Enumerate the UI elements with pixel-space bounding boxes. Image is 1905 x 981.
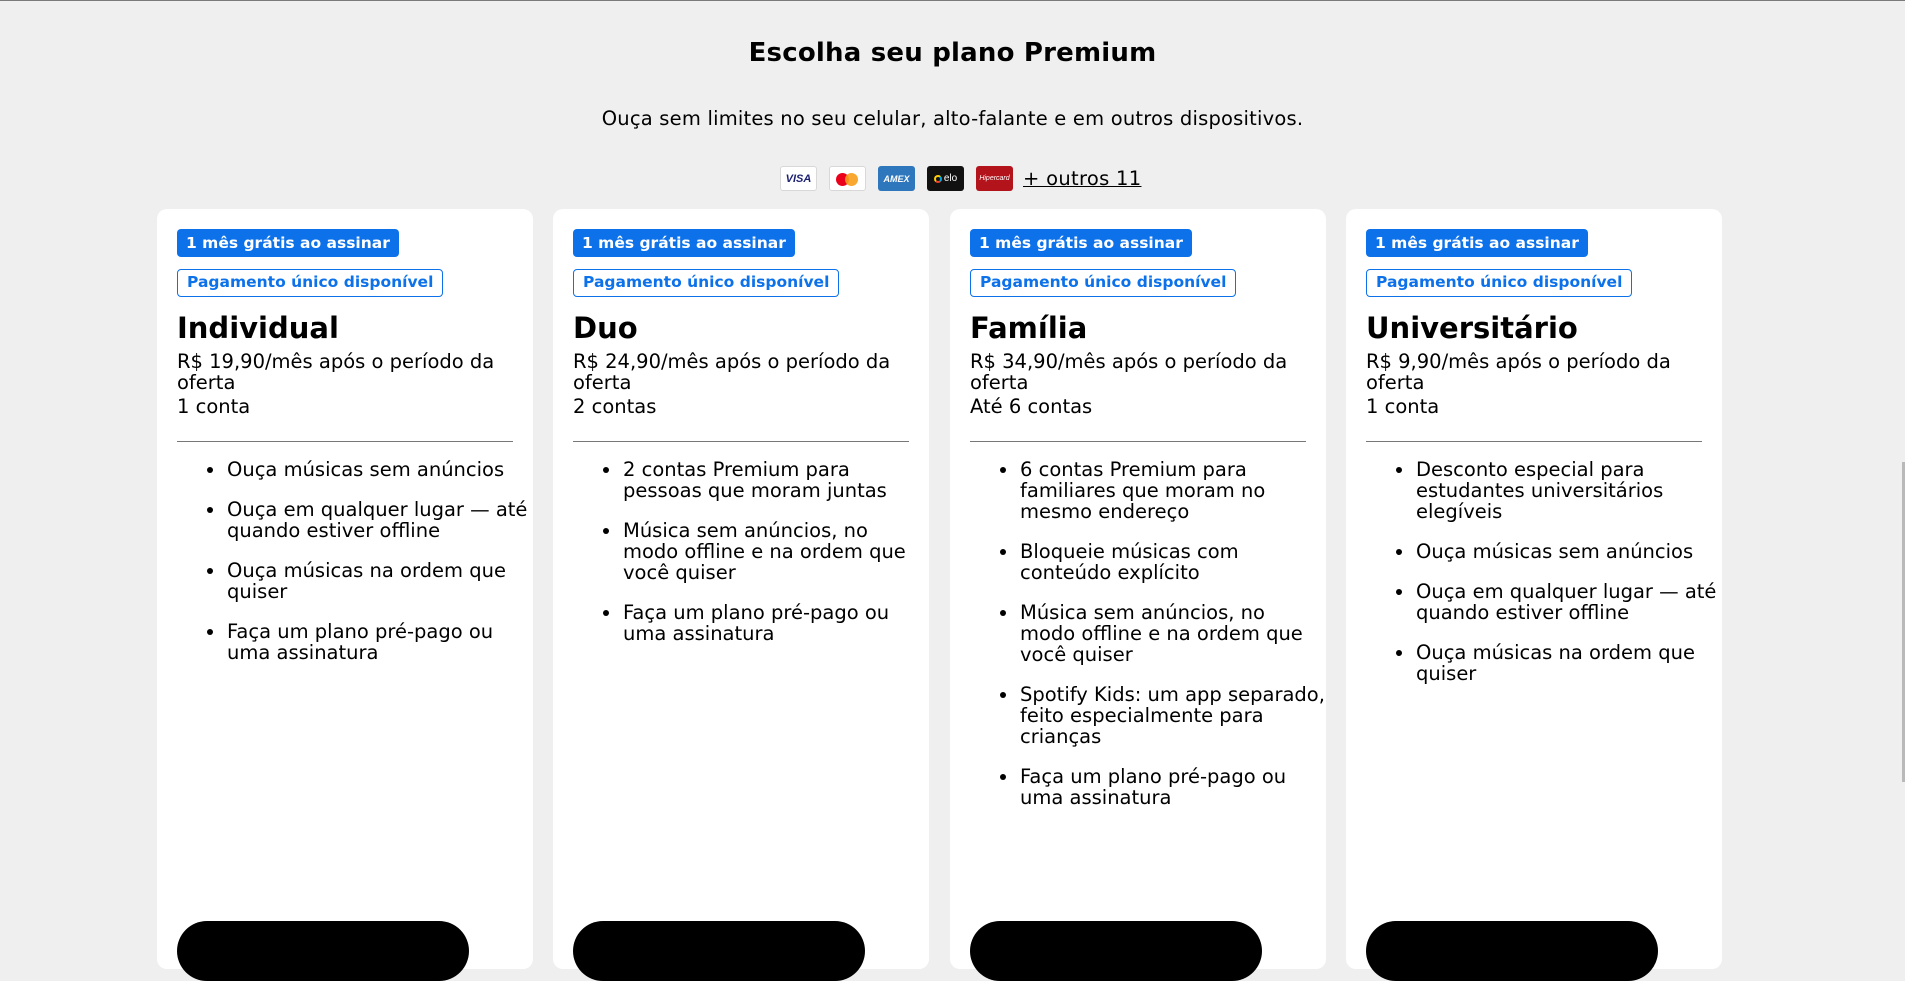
divider bbox=[1366, 441, 1702, 442]
one-time-payment-badge: Pagamento único disponível bbox=[970, 269, 1237, 297]
one-time-payment-badge: Pagamento único disponível bbox=[1366, 269, 1633, 297]
feature-list: 6 contas Premium para familiares que mor… bbox=[970, 459, 1326, 827]
plan-price: R$ 19,90/mês após o período da oferta bbox=[177, 350, 495, 394]
plan-name: Universitário bbox=[1366, 311, 1578, 345]
hipercard-icon: Hipercard bbox=[976, 166, 1013, 191]
plan-price: R$ 34,90/mês após o período da oferta bbox=[970, 350, 1288, 394]
payment-methods: VISA AMEX elo Hipercard + outros 11 bbox=[780, 165, 1141, 192]
feature-item: Ouça músicas sem anúncios bbox=[1396, 541, 1722, 562]
feature-item: Música sem anúncios, no modo offline e n… bbox=[603, 520, 929, 583]
top-border bbox=[0, 0, 1905, 1]
feature-item: Bloqueie músicas com conteúdo explícito bbox=[1000, 541, 1326, 583]
feature-item: Ouça músicas na ordem que quiser bbox=[1396, 642, 1722, 684]
plan-accounts: Até 6 contas bbox=[970, 395, 1093, 418]
plan-card-individual: 1 mês grátis ao assinar Pagamento único … bbox=[157, 209, 533, 981]
page-subtitle: Ouça sem limites no seu celular, alto-fa… bbox=[601, 107, 1304, 130]
plan-accounts: 1 conta bbox=[177, 395, 251, 418]
feature-list: Desconto especial para estudantes univer… bbox=[1366, 459, 1722, 703]
more-payment-methods-link[interactable]: + outros 11 bbox=[1023, 167, 1141, 190]
feature-item: Spotify Kids: um app separado, feito esp… bbox=[1000, 683, 1325, 748]
plan-price: R$ 9,90/mês após o período da oferta bbox=[1366, 350, 1671, 394]
plan-accounts: 2 contas bbox=[573, 395, 657, 418]
plan-name: Família bbox=[970, 311, 1088, 345]
mastercard-icon bbox=[829, 166, 866, 191]
plan-card-duo: 1 mês grátis ao assinar Pagamento único … bbox=[553, 209, 929, 981]
page-title: Escolha seu plano Premium bbox=[748, 38, 1157, 68]
feature-item: Ouça em qualquer lugar — até quando esti… bbox=[207, 499, 533, 541]
plan-name: Duo bbox=[573, 311, 638, 345]
feature-item: Ouça músicas na ordem que quiser bbox=[207, 560, 533, 602]
feature-item: Ouça músicas sem anúncios bbox=[207, 459, 533, 480]
feature-item: Desconto especial para estudantes univer… bbox=[1396, 459, 1722, 522]
feature-item: Música sem anúncios, no modo offline e n… bbox=[1000, 602, 1326, 665]
divider bbox=[573, 441, 909, 442]
one-time-payment-badge: Pagamento único disponível bbox=[573, 269, 840, 297]
plan-cta-button[interactable] bbox=[1366, 921, 1658, 981]
feature-item: Faça um plano pré-pago ou uma assinatura bbox=[1000, 766, 1326, 808]
free-month-badge: 1 mês grátis ao assinar bbox=[573, 229, 795, 257]
plan-accounts: 1 conta bbox=[1366, 395, 1440, 418]
feature-item: 6 contas Premium para familiares que mor… bbox=[1000, 459, 1326, 522]
visa-icon: VISA bbox=[780, 166, 817, 191]
free-month-badge: 1 mês grátis ao assinar bbox=[1366, 229, 1588, 257]
feature-item: 2 contas Premium para pessoas que moram … bbox=[603, 459, 929, 501]
plan-cta-button[interactable] bbox=[177, 921, 469, 981]
divider bbox=[970, 441, 1306, 442]
plan-name: Individual bbox=[177, 311, 339, 345]
plan-cta-button[interactable] bbox=[573, 921, 865, 981]
free-month-badge: 1 mês grátis ao assinar bbox=[177, 229, 399, 257]
feature-list: 2 contas Premium para pessoas que moram … bbox=[573, 459, 929, 663]
feature-item: Ouça em qualquer lugar — até quando esti… bbox=[1396, 581, 1722, 623]
plan-price: R$ 24,90/mês após o período da oferta bbox=[573, 350, 891, 394]
divider bbox=[177, 441, 513, 442]
elo-icon: elo bbox=[927, 166, 964, 191]
amex-icon: AMEX bbox=[878, 166, 915, 191]
feature-item: Faça um plano pré-pago ou uma assinatura bbox=[603, 602, 929, 644]
plan-card-universitario: 1 mês grátis ao assinar Pagamento único … bbox=[1346, 209, 1722, 981]
plan-card-familia: 1 mês grátis ao assinar Pagamento único … bbox=[950, 209, 1326, 981]
one-time-payment-badge: Pagamento único disponível bbox=[177, 269, 444, 297]
elo-label: elo bbox=[943, 173, 958, 184]
free-month-badge: 1 mês grátis ao assinar bbox=[970, 229, 1192, 257]
feature-list: Ouça músicas sem anúncios Ouça em qualqu… bbox=[177, 459, 533, 682]
plan-cta-button[interactable] bbox=[970, 921, 1262, 981]
feature-item: Faça um plano pré-pago ou uma assinatura bbox=[207, 621, 533, 663]
